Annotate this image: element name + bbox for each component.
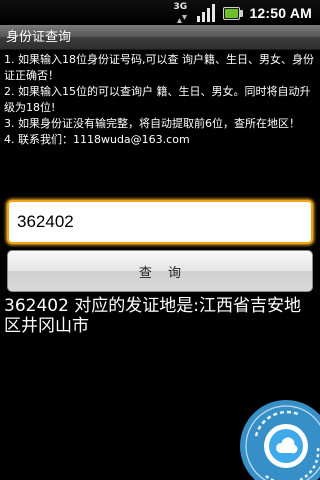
- status-bar: 3G 12:50 AM: [0, 0, 320, 25]
- instruction-item: 3. 如果身份证没有输完整，将自动提取前6位，查所在地区！: [4, 117, 300, 130]
- signal-strength-icon: [197, 3, 216, 22]
- instruction-item: 2. 如果输入15位的可以查询户 籍、生日、男女。同时将自动升级为18位!: [4, 85, 311, 114]
- 3g-data-icon: 3G: [173, 1, 191, 23]
- battery-icon: [223, 4, 244, 22]
- instruction-item: 1. 如果输入18位身份证号码,可以查 询户籍、生日、男女、身份证正确否！: [4, 53, 314, 82]
- app-store-watermark-logo: [240, 400, 320, 480]
- network-type-label: 3G: [173, 1, 188, 12]
- data-arrows-icon: [177, 14, 188, 23]
- instructions-list: 1. 如果输入18位身份证号码,可以查 询户籍、生日、男女、身份证正确否！ 2.…: [4, 52, 316, 148]
- app-title: 身份证查询: [6, 30, 72, 45]
- clock: 12:50 AM: [249, 4, 312, 21]
- instruction-item: 4. 联系我们：1118wuda@163.com: [4, 133, 190, 146]
- phone-screen: 3G 12:50 AM 身份证查询 1. 如果输入18位身份证号码,可以查 询户…: [0, 0, 320, 480]
- result-text: 362402 对应的发证地是:江西省吉安地区井冈山市: [4, 296, 302, 336]
- query-button[interactable]: 查 询: [7, 250, 313, 292]
- app-title-bar: 身份证查询: [0, 25, 320, 50]
- status-icons: 3G 12:50 AM: [173, 2, 312, 23]
- id-number-input[interactable]: [7, 200, 313, 244]
